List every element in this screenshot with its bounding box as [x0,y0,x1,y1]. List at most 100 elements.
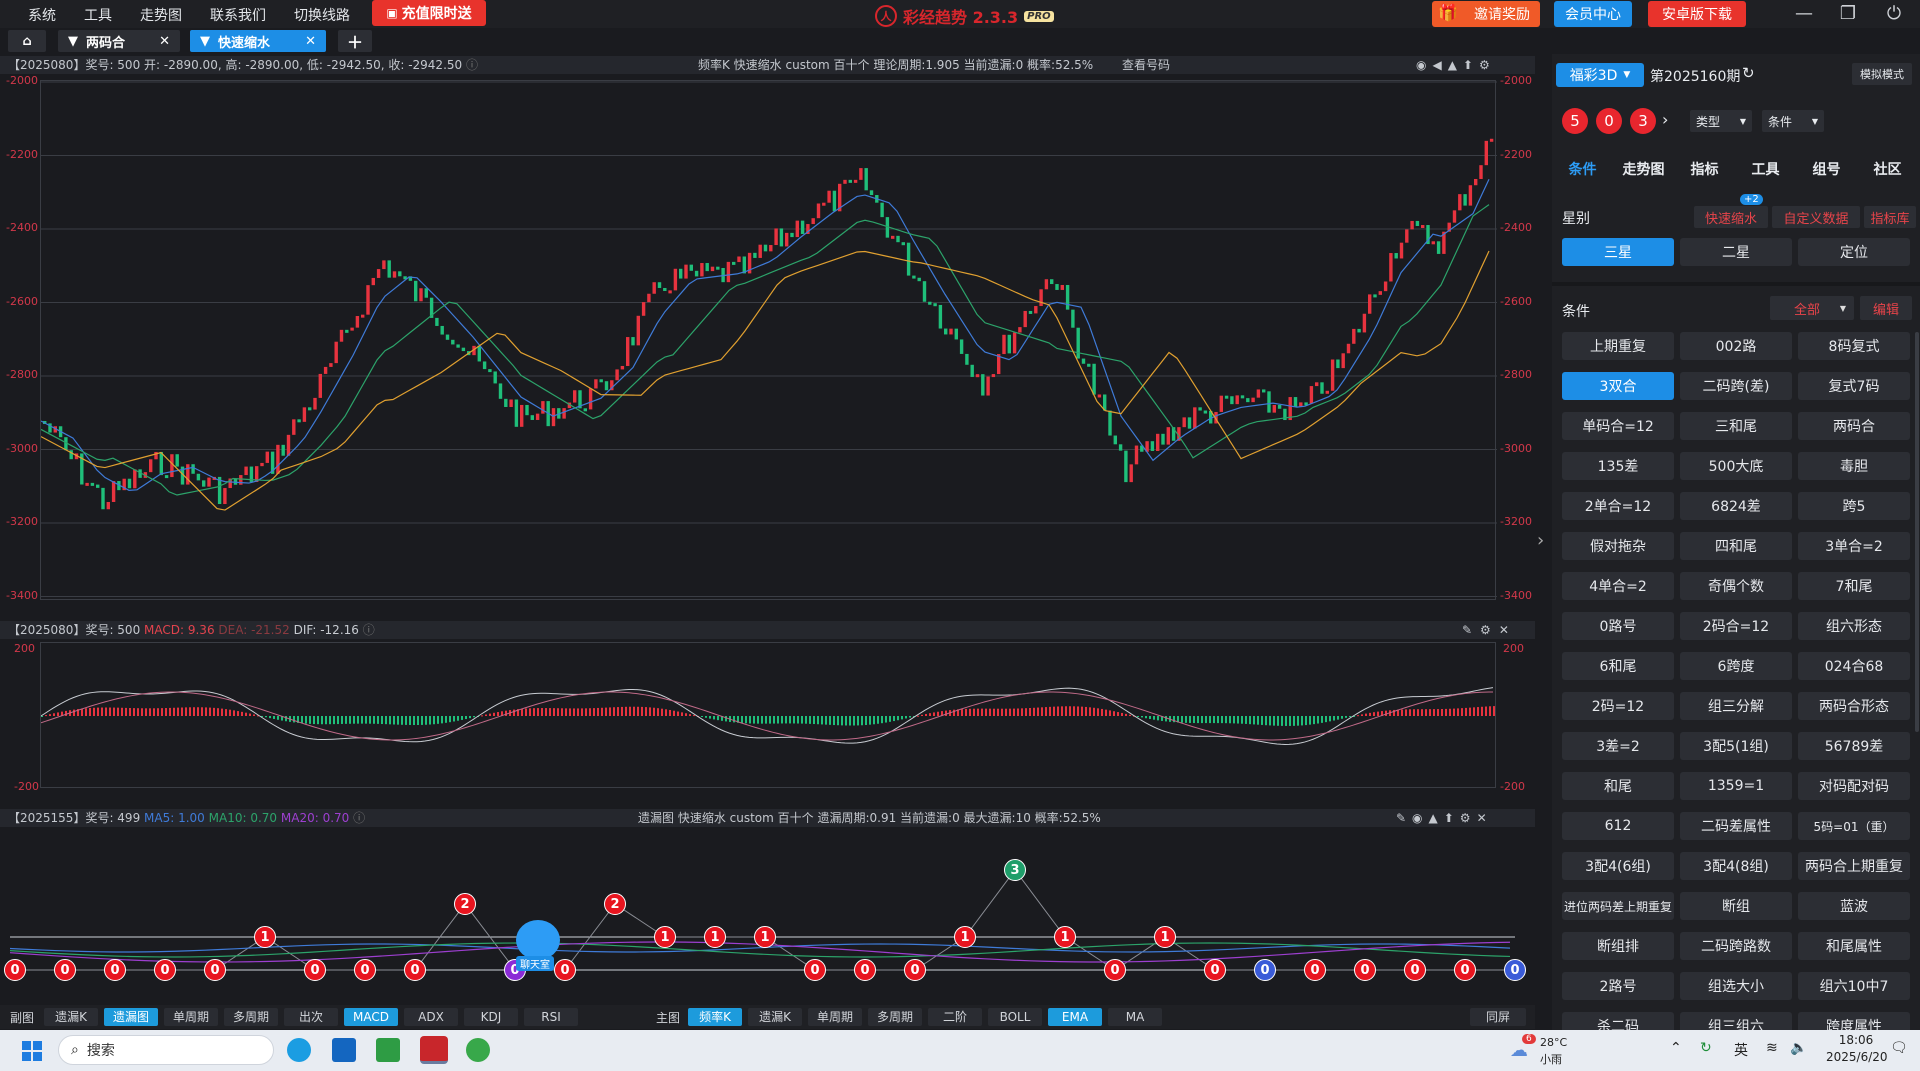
mainchart-btn-2[interactable]: 单周期 [808,1008,862,1026]
condition-button[interactable]: 2路号 [1562,972,1674,1000]
menu-contact[interactable]: 联系我们 [196,5,280,25]
condition-button[interactable]: 和尾属性 [1798,932,1910,960]
mainchart-btn-7[interactable]: MA [1108,1008,1162,1026]
right-nav-tab-5[interactable]: 社区 [1857,152,1918,188]
condition-button[interactable]: 二码跨路数 [1680,932,1792,960]
same-screen-button[interactable]: 同屏 [1470,1008,1526,1026]
condition-button[interactable]: 对码配对码 [1798,772,1910,800]
volume-icon[interactable]: 🔈 [1790,1040,1807,1056]
missing-chart[interactable]: 0000010002002111000131010000000 聊天室 [0,830,1535,1005]
condition-button[interactable]: 三和尾 [1680,412,1792,440]
chat-room-bubble[interactable]: 聊天室 [516,920,566,971]
condition-button[interactable]: 蓝波 [1798,892,1910,920]
condition-button[interactable]: 两码合 [1798,412,1910,440]
condition-button[interactable]: 毒胆 [1798,452,1910,480]
invite-button[interactable]: 🎁 邀请奖励 [1432,1,1540,27]
mainchart-btn-0[interactable]: 频率K [688,1008,742,1026]
view-number-link[interactable]: 查看号码 [1122,56,1170,74]
condition-button[interactable]: 假对拖杂 [1562,532,1674,560]
condition-button[interactable]: 2码=12 [1562,692,1674,720]
condition-button[interactable]: 3差=2 [1562,732,1674,760]
condition-button[interactable]: 3双合 [1562,372,1674,400]
tray-chevron-icon[interactable]: ⌃ [1670,1040,1682,1056]
scrollbar[interactable] [1915,332,1919,732]
outlook-icon[interactable] [332,1038,356,1062]
help-icon[interactable]: ⓘ [363,623,375,637]
collapse-arrow-icon[interactable]: › [1537,530,1544,551]
ime-lang[interactable]: 英 [1734,1040,1748,1060]
condition-button[interactable]: 二码跨(差) [1680,372,1792,400]
notification-icon[interactable]: 🗨 [1890,1040,1908,1056]
condition-button[interactable]: 组六形态 [1798,612,1910,640]
chevron-right-icon[interactable]: › [1662,110,1668,129]
subchart-btn-4[interactable]: 出次 [284,1008,338,1026]
condition-button[interactable]: 500大底 [1680,452,1792,480]
clock-time[interactable]: 18:06 [1826,1033,1886,1047]
help-icon[interactable]: ⓘ [466,58,478,72]
minimize-icon[interactable]: — [1786,2,1822,26]
weather-widget[interactable]: ☁ 6 28°C 小雨 [1510,1034,1610,1068]
right-nav-tab-2[interactable]: 指标 [1674,152,1735,188]
subchart-btn-5[interactable]: MACD [344,1008,398,1026]
condition-button[interactable]: 两码合形态 [1798,692,1910,720]
search-box[interactable]: ⌕ 搜索 [58,1035,274,1065]
lottery-select[interactable]: 福彩3D ▼ [1556,63,1644,87]
star-three-button[interactable]: 三星 [1562,238,1674,266]
condition-button[interactable]: 3配4(6组) [1562,852,1674,880]
quick-link-library[interactable]: 指标库 [1864,206,1916,228]
mainchart-btn-3[interactable]: 多周期 [868,1008,922,1026]
mainchart-btn-4[interactable]: 二阶 [928,1008,982,1026]
menu-trend[interactable]: 走势图 [126,5,196,25]
subchart-btn-6[interactable]: ADX [404,1008,458,1026]
subchart-btn-1[interactable]: 遗漏图 [104,1008,158,1026]
type-dropdown[interactable]: 类型 ▼ [1690,110,1752,132]
add-tab-button[interactable]: ＋ [338,30,372,52]
sync-icon[interactable]: ↻ [1700,1040,1712,1056]
mainchart-btn-1[interactable]: 遗漏K [748,1008,802,1026]
sim-mode-button[interactable]: 模拟模式 [1852,63,1912,85]
help-icon[interactable]: ⓘ [353,811,365,825]
condition-button[interactable]: 3配5(1组) [1680,732,1792,760]
power-icon[interactable]: ⏻ [1876,2,1912,26]
menu-system[interactable]: 系统 [14,5,70,25]
condition-button[interactable]: 跨5 [1798,492,1910,520]
condition-button[interactable]: 四和尾 [1680,532,1792,560]
app-green-icon[interactable] [376,1038,400,1062]
right-nav-tab-4[interactable]: 组号 [1796,152,1857,188]
edit-button[interactable]: 编辑 [1860,296,1912,320]
edge-icon[interactable] [287,1038,311,1062]
condition-button[interactable]: 612 [1562,812,1674,840]
all-dropdown[interactable]: 全部 ▼ [1770,296,1854,320]
subchart-btn-2[interactable]: 单周期 [164,1008,218,1026]
restore-icon[interactable]: ❐ [1830,2,1866,26]
quick-link-custom[interactable]: 自定义数据 [1772,206,1860,228]
condition-button[interactable]: 1359=1 [1680,772,1792,800]
home-tab[interactable]: ⌂ [8,30,46,52]
condition-button[interactable]: 5码=01（重） [1798,812,1910,840]
subchart-btn-3[interactable]: 多周期 [224,1008,278,1026]
panel-tools-icons[interactable]: ✎◉▲⬆⚙✕ [1396,809,1493,827]
condition-button[interactable]: 024合68 [1798,652,1910,680]
condition-button[interactable]: 进位两码差上期重复 [1562,892,1674,920]
refresh-icon[interactable]: ↻ [1742,64,1755,82]
member-center-button[interactable]: 会员中心 [1554,1,1632,27]
clock-date[interactable]: 2025/6/20 [1826,1050,1888,1064]
condition-button[interactable]: 复式7码 [1798,372,1910,400]
condition-button[interactable]: 奇偶个数 [1680,572,1792,600]
cond-dropdown[interactable]: 条件 ▼ [1762,110,1824,132]
condition-button[interactable]: 6824差 [1680,492,1792,520]
condition-button[interactable]: 4单合=2 [1562,572,1674,600]
condition-button[interactable]: 组选大小 [1680,972,1792,1000]
right-nav-tab-1[interactable]: 走势图 [1613,152,1674,188]
tab-kuaisusuoshui[interactable]: ▼ 快速缩水 ✕ [190,30,326,52]
panel-tools-icons[interactable]: ◉◀▲⬆⚙ [1416,56,1496,74]
condition-button[interactable]: 杀二码 [1562,1012,1674,1030]
condition-button[interactable]: 7和尾 [1798,572,1910,600]
condition-button[interactable]: 3单合=2 [1798,532,1910,560]
close-icon[interactable]: ✕ [159,34,170,49]
tab-liangmahe[interactable]: ▼ 两码合 ✕ [58,30,180,52]
mainchart-btn-5[interactable]: BOLL [988,1008,1042,1026]
condition-button[interactable]: 0路号 [1562,612,1674,640]
condition-button[interactable]: 单码合=12 [1562,412,1674,440]
caijing-app-icon[interactable] [420,1036,448,1064]
